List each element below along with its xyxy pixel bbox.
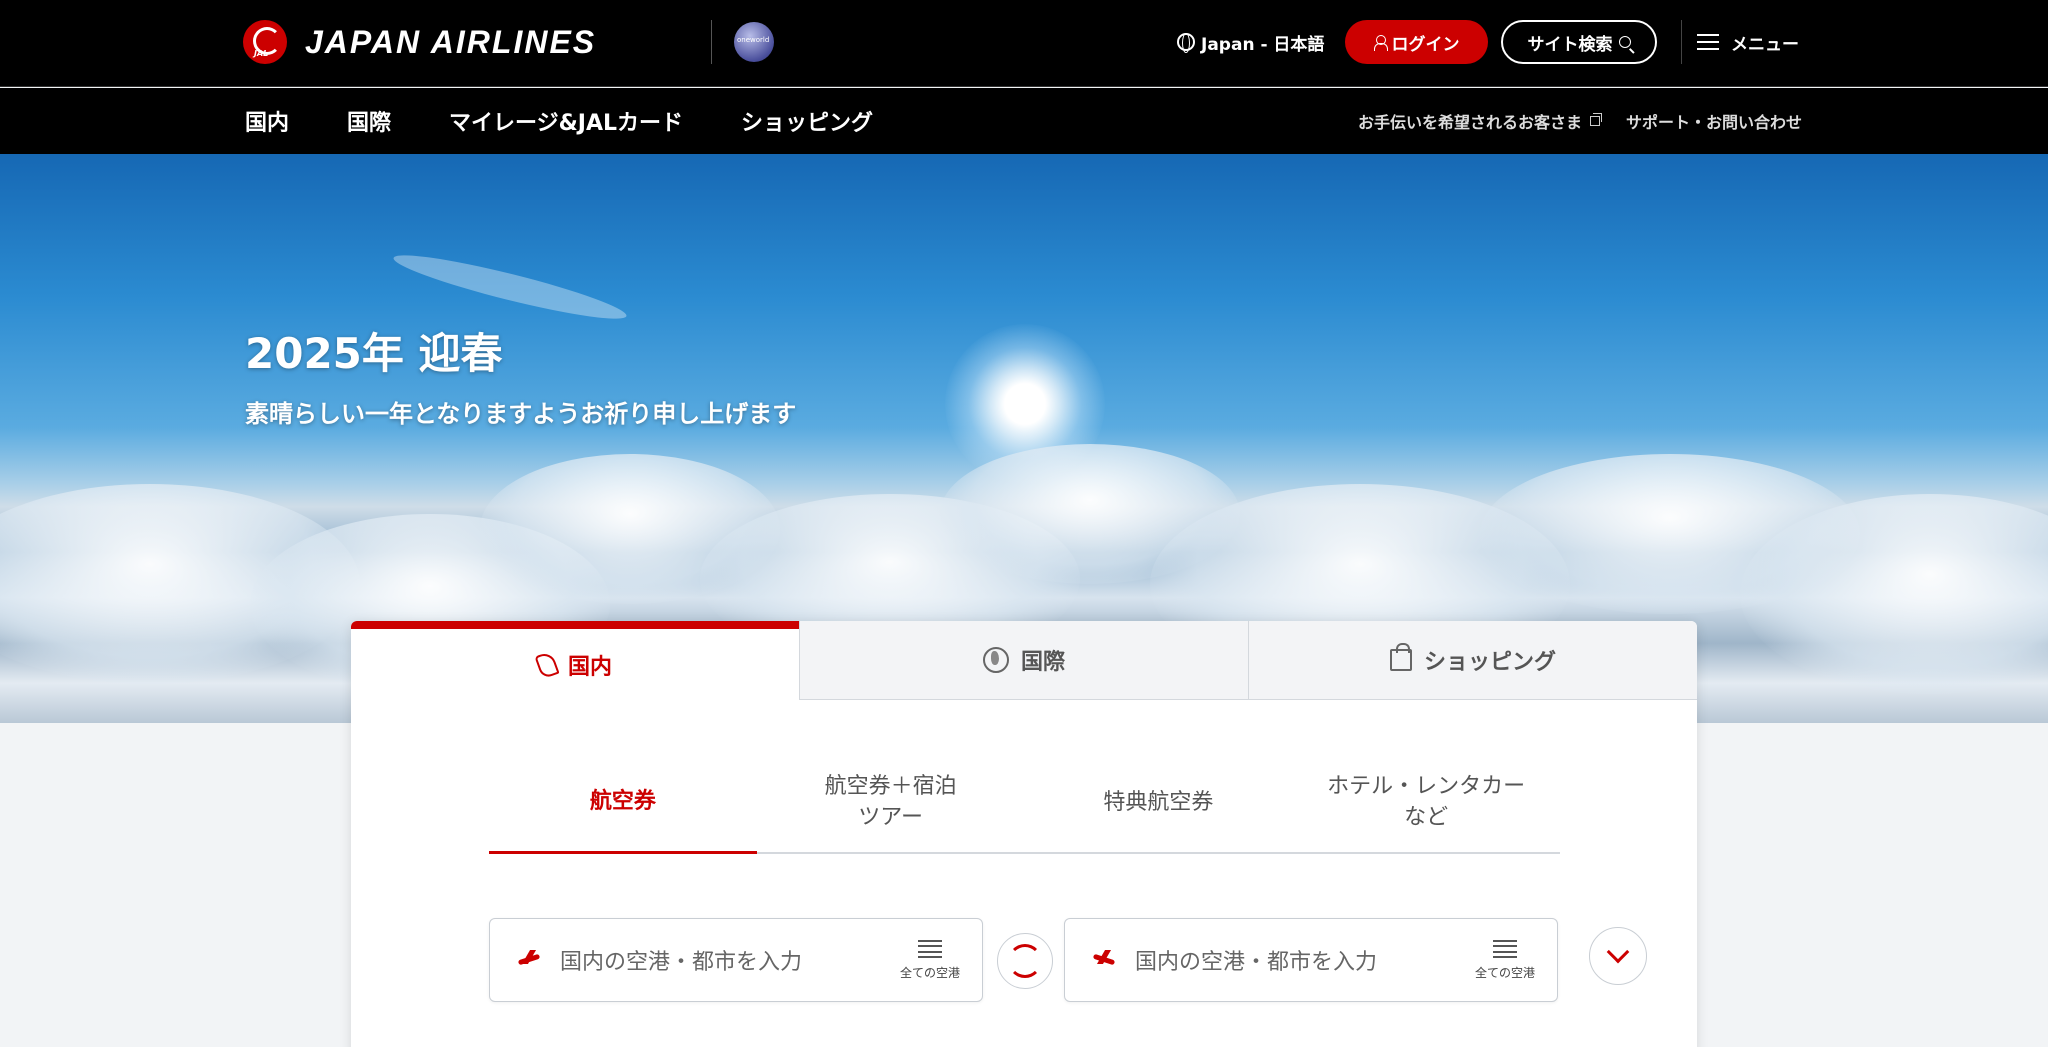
site-search-label: サイト検索 [1527, 34, 1613, 55]
hero-title: 2025年 迎春 [245, 329, 503, 378]
departure-all-airports-button[interactable]: 全ての空港 [890, 939, 970, 981]
main-nav: 国内 国際 マイレージ&JALカード ショッピング お手伝いを希望されるお客さま… [0, 88, 2048, 154]
login-label: ログイン [1391, 34, 1460, 55]
nav-main-links: 国内 国際 マイレージ&JALカード ショッピング [245, 88, 931, 154]
japan-map-icon [534, 650, 560, 679]
arrival-all-airports-button[interactable]: 全ての空港 [1465, 939, 1545, 981]
nav-assistance-label: お手伝いを希望されるお客さま [1357, 113, 1582, 132]
shopping-bag-icon [1389, 643, 1412, 671]
subtab-airfare-hotel[interactable]: 航空券＋宿泊 ツアー [757, 754, 1025, 852]
external-link-icon [1589, 113, 1602, 126]
login-button[interactable]: ログイン [1345, 20, 1488, 64]
crane-logo-icon: JAL [243, 20, 287, 64]
search-icon [1618, 36, 1631, 48]
tab-shopping[interactable]: ショッピング [1248, 621, 1697, 700]
language-label: Japan - 日本語 [1201, 34, 1325, 55]
top-header: JAL JAPAN AIRLINES oneworld Japan - 日本語 … [0, 0, 2048, 87]
nav-sub-links: お手伝いを希望されるお客さま サポート・お問い合わせ [1332, 88, 1802, 154]
list-icon [918, 939, 942, 958]
expand-options-button[interactable] [1589, 927, 1647, 985]
hamburger-icon [1697, 34, 1719, 50]
all-airports-label: 全ての空港 [899, 965, 960, 980]
nav-domestic[interactable]: 国内 [245, 105, 289, 137]
departure-plane-icon [518, 950, 544, 970]
nav-shopping[interactable]: ショッピング [741, 105, 873, 137]
booking-tabs: 国内 国際 ショッピング [351, 621, 1697, 700]
menu-button[interactable]: メニュー [1697, 20, 1799, 64]
departure-field[interactable]: 国内の空港・都市を入力 全ての空港 [489, 918, 983, 1002]
globe-icon [1177, 33, 1195, 53]
booking-panel: 国内 国際 ショッピング 航空券 航空券＋宿泊 ツアー 特典航空券 ホテル・レン… [351, 621, 1697, 1047]
brand-wordmark: JAPAN AIRLINES [305, 23, 597, 60]
list-icon [1493, 939, 1517, 958]
tab-domestic[interactable]: 国内 [351, 621, 799, 700]
nav-support[interactable]: サポート・お問い合わせ [1626, 109, 1802, 133]
swap-icon [1008, 944, 1042, 978]
site-search-button[interactable]: サイト検索 [1501, 20, 1657, 64]
arrival-input[interactable]: 国内の空港・都市を入力 [1135, 944, 1465, 976]
cloud-streak [390, 245, 630, 329]
person-icon [1373, 35, 1388, 51]
tab-international[interactable]: 国際 [799, 621, 1248, 700]
booking-subtabs: 航空券 航空券＋宿泊 ツアー 特典航空券 ホテル・レンタカー など [489, 754, 1560, 854]
arrival-field[interactable]: 国内の空港・都市を入力 全ての空港 [1064, 918, 1558, 1002]
nav-international[interactable]: 国際 [347, 105, 391, 137]
jal-logo[interactable]: JAL JAPAN AIRLINES [243, 20, 596, 64]
swap-airports-button[interactable] [997, 933, 1053, 989]
subtab-hotel-rental[interactable]: ホテル・レンタカー など [1292, 754, 1560, 852]
menu-divider [1681, 20, 1682, 64]
departure-input[interactable]: 国内の空港・都市を入力 [560, 944, 890, 976]
chevron-down-icon [1606, 940, 1630, 964]
tab-domestic-label: 国内 [567, 654, 612, 680]
language-selector[interactable]: Japan - 日本語 [1177, 20, 1324, 64]
globe-icon [982, 647, 1009, 673]
arrival-plane-icon [1093, 950, 1119, 970]
nav-assistance[interactable]: お手伝いを希望されるお客さま [1357, 109, 1602, 133]
menu-label: メニュー [1731, 34, 1799, 55]
tab-international-label: 国際 [1020, 650, 1065, 675]
subtab-award-ticket[interactable]: 特典航空券 [1025, 754, 1293, 852]
all-airports-label: 全ての空港 [1474, 965, 1535, 980]
oneworld-logo-icon[interactable]: oneworld [734, 22, 774, 62]
tab-shopping-label: ショッピング [1423, 650, 1556, 675]
subtab-airfare[interactable]: 航空券 [489, 754, 757, 854]
hero-subtitle: 素晴らしい一年となりますようお祈り申し上げます [245, 400, 797, 428]
nav-mileage-card[interactable]: マイレージ&JALカード [449, 105, 683, 137]
logo-divider [711, 20, 712, 64]
